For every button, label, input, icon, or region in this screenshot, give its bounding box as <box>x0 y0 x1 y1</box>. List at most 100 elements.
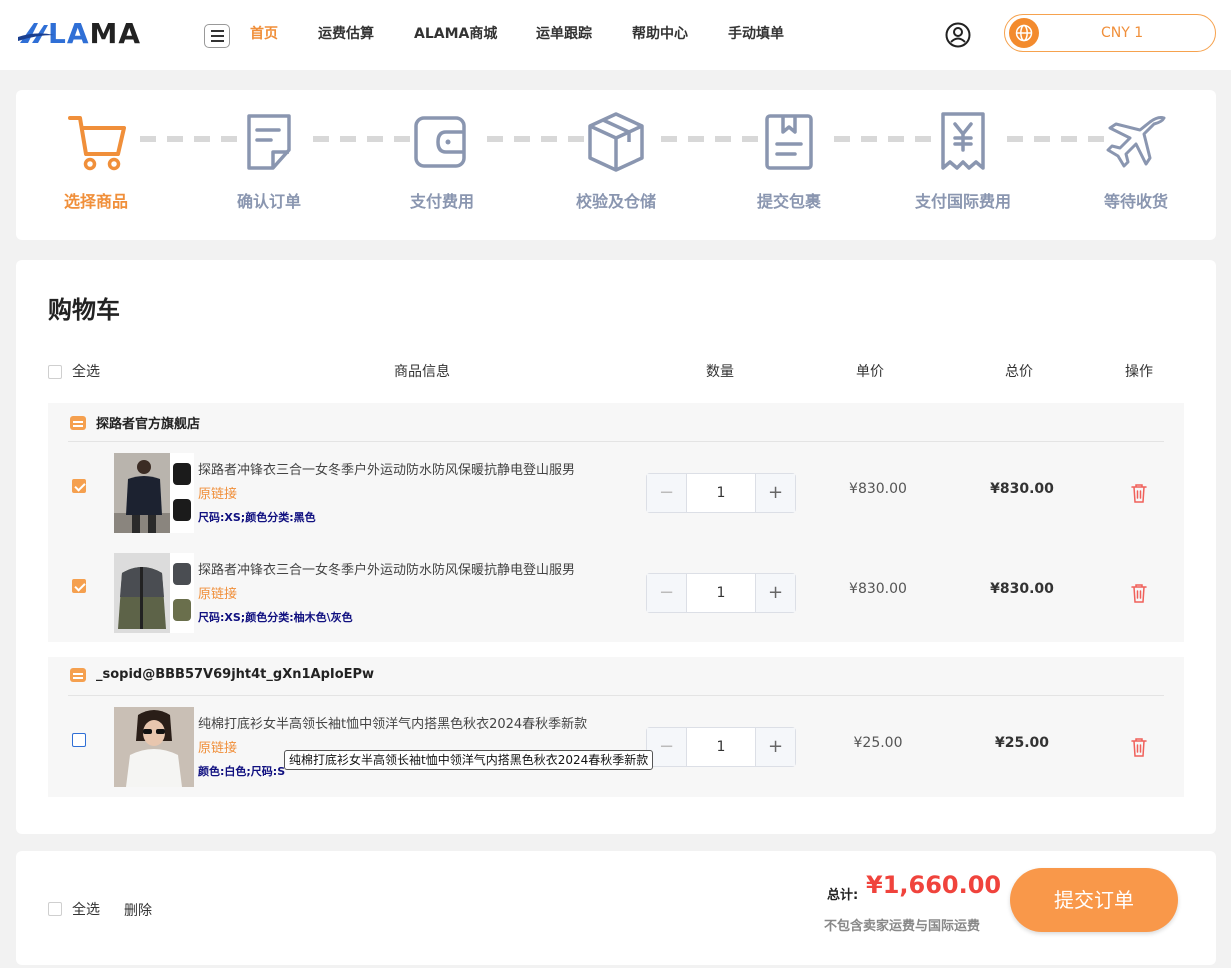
total-label: 总计: <box>827 888 859 903</box>
footer-select-all-checkbox[interactable] <box>48 902 62 916</box>
cart-title: 购物车 <box>48 296 120 324</box>
product-thumbnail[interactable] <box>114 553 194 633</box>
product-image-white-top <box>114 707 194 787</box>
step-label: 支付国际费用 <box>914 192 1011 211</box>
increase-button[interactable]: + <box>755 728 795 766</box>
hamburger-menu-icon[interactable] <box>204 24 230 48</box>
main-nav: 首页 运费估算 ALAMA商城 运单跟踪 帮助中心 手动填单 <box>250 24 798 44</box>
nav-help-center[interactable]: 帮助中心 <box>632 24 728 44</box>
trash-icon[interactable] <box>1130 737 1148 757</box>
quantity-stepper: − 1 + <box>646 473 796 513</box>
column-quantity: 数量 <box>706 364 734 380</box>
store-name: 探路者官方旗舰店 <box>96 417 201 432</box>
product-thumbnail[interactable] <box>114 453 194 533</box>
step-verify-storage: 校验及仓储 <box>551 110 681 212</box>
cart-icon <box>68 116 126 171</box>
product-thumbnail[interactable] <box>114 707 194 787</box>
nav-manual-order[interactable]: 手动填单 <box>728 24 798 44</box>
cart-item: 纯棉打底衫女半高领长袖t恤中领洋气内搭黑色秋衣2024春秋季新款 原链接 颜色:… <box>48 707 1184 787</box>
decrease-button[interactable]: − <box>647 474 687 512</box>
item-spec: 尺码:XS;颜色分类:柚木色\灰色 <box>198 611 353 624</box>
airplane-icon <box>1106 116 1166 168</box>
store-header: 探路者官方旗舰店 <box>70 413 200 432</box>
user-account-icon[interactable] <box>945 22 971 48</box>
submit-order-button[interactable]: 提交订单 <box>1010 868 1178 932</box>
total-price: ¥25.00 <box>994 735 1050 751</box>
quantity-stepper: − 1 + <box>646 573 796 613</box>
item-name[interactable]: 探路者冲锋衣三合一女冬季户外运动防水防风保暖抗静电登山服男 <box>198 559 575 578</box>
select-all-label: 全选 <box>72 364 100 380</box>
wallet-icon <box>414 116 466 168</box>
unit-price: ¥25.00 <box>853 735 903 751</box>
store-icon <box>70 415 86 430</box>
step-label: 等待收货 <box>1103 192 1168 211</box>
trash-icon[interactable] <box>1130 483 1148 503</box>
total-price: ¥830.00 <box>990 481 1054 497</box>
footer-select-all-label: 全选 <box>72 902 100 918</box>
store-icon <box>70 667 86 682</box>
quantity-stepper: − 1 + <box>646 727 796 767</box>
increase-button[interactable]: + <box>755 574 795 612</box>
column-product-info: 商品信息 <box>394 364 450 380</box>
nav-freight-estimate[interactable]: 运费估算 <box>318 24 414 44</box>
order-progress-steps: 选择商品 确认订单 支付费用 校验及仓储 提交包裹 支付国际费用 等待收货 <box>16 90 1216 240</box>
unit-price: ¥830.00 <box>849 481 907 497</box>
step-pay-fees: 支付费用 <box>377 110 507 212</box>
step-label: 校验及仓储 <box>575 192 656 211</box>
alama-logo[interactable]: LA MA <box>18 16 141 50</box>
step-label: 确认订单 <box>236 192 301 211</box>
store-name: _sopid@BBB57V69jht4t_gXn1ApIoEPw <box>96 667 375 682</box>
item-checkbox[interactable] <box>72 479 86 493</box>
top-header: LA MA 首页 运费估算 ALAMA商城 运单跟踪 帮助中心 手动填单 CNY… <box>0 0 1231 70</box>
step-await-delivery: 等待收货 <box>1071 110 1201 212</box>
document-icon <box>247 114 291 170</box>
shopping-cart-panel: 购物车 全选 商品信息 数量 单价 总价 操作 探路者官方旗舰店 探路者冲锋衣三… <box>16 260 1216 834</box>
receipt-icon <box>941 112 985 170</box>
footer-select-all[interactable]: 全选 <box>48 899 100 919</box>
original-link[interactable]: 原链接 <box>198 583 237 602</box>
divider <box>68 441 1164 442</box>
item-spec: 尺码:XS;颜色分类:黑色 <box>198 511 316 524</box>
select-all-checkbox[interactable] <box>48 365 62 379</box>
original-link[interactable]: 原链接 <box>198 737 237 756</box>
original-link[interactable]: 原链接 <box>198 483 237 502</box>
cart-item: 探路者冲锋衣三合一女冬季户外运动防水防风保暖抗静电登山服男 原链接 尺码:XS;… <box>48 453 1184 533</box>
quantity-input[interactable]: 1 <box>687 474 755 512</box>
item-name-tooltip: 纯棉打底衫女半高领长袖t恤中领洋气内搭黑色秋衣2024春秋季新款 <box>284 750 654 770</box>
currency-selector[interactable]: CNY 1 <box>1004 14 1216 52</box>
clipboard-icon <box>765 114 813 170</box>
quantity-input[interactable]: 1 <box>687 574 755 612</box>
item-name[interactable]: 探路者冲锋衣三合一女冬季户外运动防水防风保暖抗静电登山服男 <box>198 459 575 478</box>
step-label: 支付费用 <box>409 192 474 211</box>
delete-selected-button[interactable]: 删除 <box>124 900 152 920</box>
store-header: _sopid@BBB57V69jht4t_gXn1ApIoEPw <box>70 667 374 682</box>
shipping-note: 不包含卖家运费与国际运费 <box>824 919 981 934</box>
step-label: 提交包裹 <box>756 192 821 211</box>
unit-price: ¥830.00 <box>849 581 907 597</box>
increase-button[interactable]: + <box>755 474 795 512</box>
step-pay-international: 支付国际费用 <box>898 110 1028 212</box>
globe-icon <box>1009 18 1039 48</box>
cart-table-header: 全选 商品信息 数量 单价 总价 操作 <box>48 362 1188 382</box>
item-name[interactable]: 纯棉打底衫女半高领长袖t恤中领洋气内搭黑色秋衣2024春秋季新款 <box>198 713 587 732</box>
quantity-input[interactable]: 1 <box>687 728 755 766</box>
nav-tracking[interactable]: 运单跟踪 <box>536 24 632 44</box>
item-checkbox[interactable] <box>72 579 86 593</box>
divider <box>68 695 1164 696</box>
step-submit-package: 提交包裹 <box>724 110 854 212</box>
logo-mark-icon <box>18 23 54 43</box>
checkout-bar: 全选 删除 总计: ¥1,660.00 不包含卖家运费与国际运费 提交订单 <box>16 851 1216 965</box>
item-checkbox[interactable] <box>72 733 86 747</box>
decrease-button[interactable]: − <box>647 574 687 612</box>
nav-home[interactable]: 首页 <box>250 24 318 44</box>
store-group: 探路者官方旗舰店 探路者冲锋衣三合一女冬季户外运动防水防风保暖抗静电登山服男 原… <box>48 403 1184 642</box>
column-actions: 操作 <box>1125 364 1153 380</box>
nav-alama-mall[interactable]: ALAMA商城 <box>414 24 536 44</box>
trash-icon[interactable] <box>1130 583 1148 603</box>
store-group: _sopid@BBB57V69jht4t_gXn1ApIoEPw 纯棉打底衫女半… <box>48 657 1184 797</box>
cart-item: 探路者冲锋衣三合一女冬季户外运动防水防风保暖抗静电登山服男 原链接 尺码:XS;… <box>48 553 1184 633</box>
step-label: 选择商品 <box>63 192 128 211</box>
step-confirm-order: 确认订单 <box>204 110 334 212</box>
product-image-jacket-black <box>114 453 170 533</box>
logo-text-ma: MA <box>89 16 142 50</box>
